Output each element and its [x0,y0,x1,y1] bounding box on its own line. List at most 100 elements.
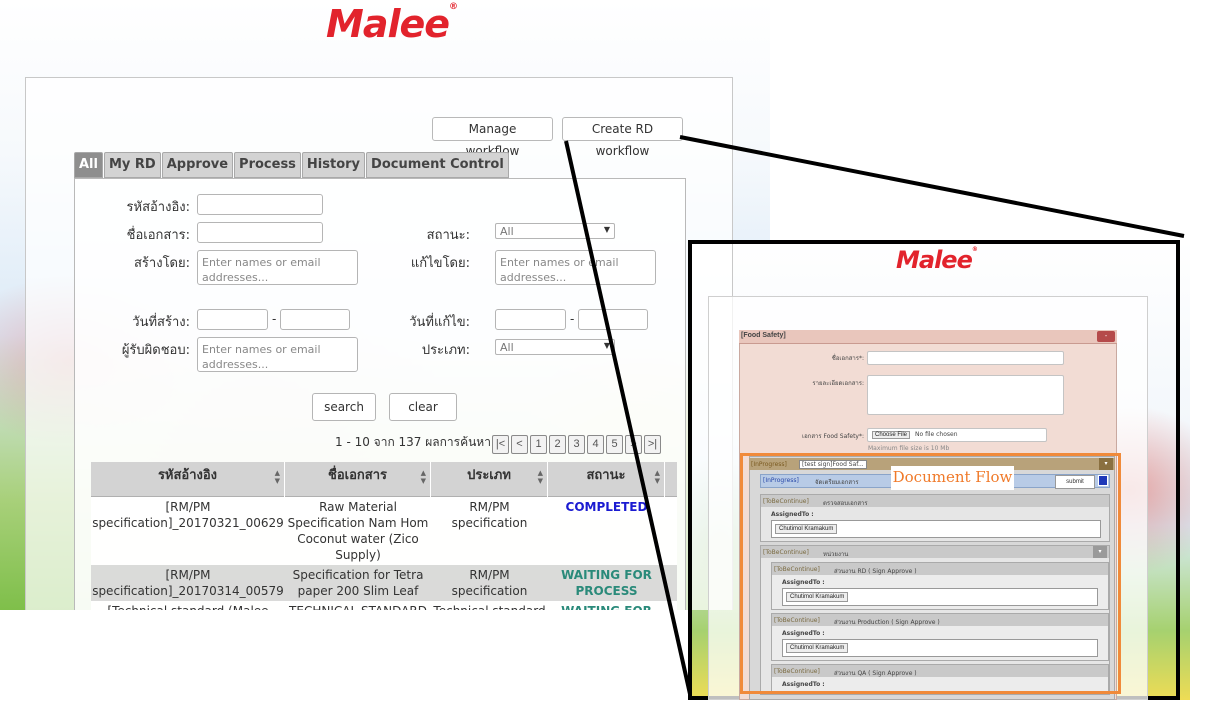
page-3-button[interactable]: 3 [568,435,585,454]
cell-docname: TECHNICAL STANDARD [285,603,431,610]
status-label: สถานะ: [426,228,470,243]
results-table: รหัสอ้างอิง ▲ ▼ ชื่อเอกสาร ▲ ▼ ประเภท ▲ ▼ สถาน… [91,462,677,610]
cell-docname-line: Supply) [335,548,381,562]
type-select[interactable]: All ▼ [495,339,615,355]
cell-ref: [Technical standard (Malee [91,603,285,610]
column-header-status[interactable]: สถานะ ▲ ▼ [548,462,665,497]
table-header: รหัสอ้างอิง ▲ ▼ ชื่อเอกสาร ▲ ▼ ประเภท ▲ ▼ สถาน… [91,462,677,497]
created-by-label: สร้างโดย: [134,256,190,271]
sort-icon: ▲ ▼ [420,469,426,485]
inset-detail-input[interactable] [867,375,1064,415]
inset-file-label: เอกสาร Food Safety*: [802,433,864,440]
cell-docname-line: Coconut water (Zico [297,532,419,546]
created-date-from[interactable] [197,309,268,330]
sort-icon: ▲ ▼ [654,469,660,485]
cell-status-line: PROCESS [575,584,638,598]
column-header-ref[interactable]: รหัสอ้างอิง ▲ ▼ [91,462,285,497]
tab-all[interactable]: All [74,152,103,178]
cell-status-line: WAITING FOR [548,603,665,610]
status-select[interactable]: All ▼ [495,223,615,239]
edited-date-to[interactable] [578,309,648,330]
cell-type-line: RM/PM specification [451,500,528,530]
cell-docname: Specification for Tetra paper 200 Slim Le… [285,567,431,599]
inset-docname-input[interactable] [867,351,1064,365]
collapse-button[interactable]: - [1097,331,1115,342]
edited-by-input[interactable]: Enter names or email addresses... [495,250,656,285]
cell-ref: [RM/PM specification]_20170321_00629 [91,499,285,531]
tab-process[interactable]: Process [234,152,301,178]
sort-icon: ▲ ▼ [537,469,543,485]
page-2-button[interactable]: 2 [549,435,566,454]
cell-type-line: RM/PM specification [451,568,528,598]
table-row[interactable]: [RM/PM specification]_20170314_00579 Speci… [91,565,677,601]
edited-date-separator: - [570,311,575,326]
page-first-button[interactable]: |< [492,435,509,454]
inset-docname-label: ชื่อเอกสาร*: [831,355,864,362]
cell-type-line: Technical standard [431,603,548,610]
created-date-to[interactable] [280,309,350,330]
cell-ref: [RM/PM specification]_20170314_00579 [91,567,285,599]
type-select-value: All [500,341,514,354]
cell-status: WAITING FOR [548,603,665,610]
create-rd-workflow-button[interactable]: Create RD workflow [562,117,683,158]
created-date-label: วันที่สร้าง: [132,315,190,330]
column-header-status-label: สถานะ [586,468,626,483]
ref-label: รหัสอ้างอิง: [126,200,190,215]
malee-logo-small: Malee® [896,246,978,274]
cell-docname: Raw Material Specification Nam Hom Coconut… [285,499,431,563]
cell-docname-line: paper 200 Slim Leaf [297,584,419,598]
responsible-input[interactable]: Enter names or email addresses... [197,337,358,372]
cell-type: Technical standard [431,603,548,610]
column-header-docname-label: ชื่อเอกสาร [328,468,387,483]
no-file-text: No file chosen [915,431,958,438]
food-safety-title: [Food Safety] [741,332,786,339]
page-5-button[interactable]: 5 [606,435,623,454]
tab-history[interactable]: History [301,152,366,178]
cell-docname-line: Raw Material [319,500,397,514]
clear-button[interactable]: clear [389,393,457,421]
food-safety-header: [Food Safety] - [739,330,1117,344]
cell-ref-line: [RM/PM [165,500,211,514]
page-1-button[interactable]: 1 [530,435,547,454]
chevron-down-icon: ▼ [603,225,610,234]
docname-input[interactable] [197,222,323,243]
cell-docname-line: Specification Nam Hom [287,516,429,530]
cell-status-line: WAITING FOR [561,568,652,582]
pagination: |< < 1 2 3 4 5 > >| [492,435,663,454]
table-row[interactable]: [Technical standard (MaleeTECHNICAL STAN… [91,601,677,610]
cell-docname-line: TECHNICAL STANDARD [285,603,431,610]
status-select-value: All [500,225,514,238]
cell-status: WAITING FOR PROCESS [548,567,665,599]
inset-detail-label: รายละเอียดเอกสาร: [812,380,864,387]
edited-date-from[interactable] [495,309,566,330]
ref-input[interactable] [197,194,323,215]
page-prev-button[interactable]: < [511,435,528,454]
table-row[interactable]: [RM/PM specification]_20170321_00629 Raw M… [91,497,677,565]
responsible-label: ผู้รับผิดชอบ: [121,343,190,358]
malee-logo: Malee® [326,2,458,46]
edited-by-label: แก้ไขโดย: [410,256,470,271]
manage-workflow-button[interactable]: Manage workflow [432,117,553,158]
search-button[interactable]: search [312,393,376,421]
tab-document-control[interactable]: Document Control [366,152,509,178]
sort-icon: ▲ ▼ [274,469,280,485]
cell-ref-line: [Technical standard (Malee [91,603,285,610]
column-header-type[interactable]: ประเภท ▲ ▼ [431,462,548,497]
max-size-hint: Maximum file size is 10 Mb [868,445,950,452]
cell-status: COMPLETED [548,499,665,515]
page-next-button[interactable]: > [625,435,642,454]
chevron-down-icon: ▼ [603,341,610,350]
cell-ref-line: specification]_20170321_00629 [92,516,284,530]
choose-file-button[interactable]: Choose File [872,431,911,439]
page-last-button[interactable]: >| [644,435,661,454]
tab-my-rd[interactable]: My RD [103,152,161,178]
cell-status-line: COMPLETED [565,500,648,514]
created-by-input[interactable]: Enter names or email addresses... [197,250,358,285]
page-4-button[interactable]: 4 [587,435,604,454]
created-date-separator: - [272,311,277,326]
column-header-type-label: ประเภท [467,468,511,483]
document-flow-annotation: Document Flow [891,466,1014,490]
cell-ref-line: [RM/PM [165,568,211,582]
tab-approve[interactable]: Approve [161,152,234,178]
column-header-docname[interactable]: ชื่อเอกสาร ▲ ▼ [285,462,431,497]
